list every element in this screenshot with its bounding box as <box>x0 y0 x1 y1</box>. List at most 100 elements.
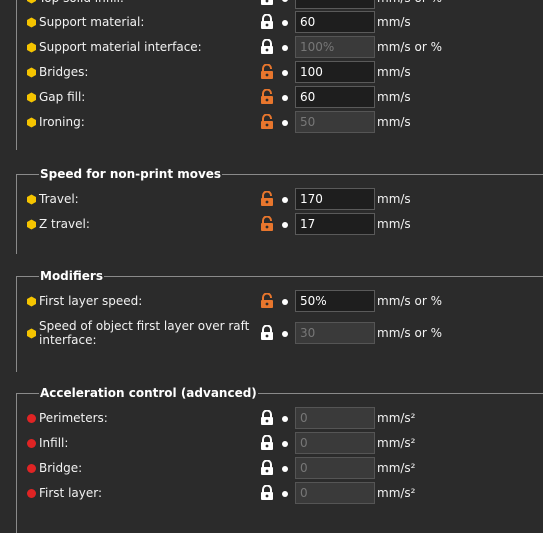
unit-label: mm/s or % <box>377 40 442 54</box>
unit-label: mm/s <box>377 115 411 129</box>
lock-icon[interactable] <box>260 0 274 6</box>
advanced-mode-icon <box>26 42 37 53</box>
setting-row: Support material interface: mm/s or % <box>0 36 543 60</box>
unlock-icon[interactable] <box>260 292 274 309</box>
advanced-mode-icon <box>26 0 37 4</box>
setting-row: Bridges: mm/s <box>0 61 543 85</box>
setting-row: Ironing: mm/s <box>0 111 543 135</box>
setting-label: Gap fill: <box>39 90 86 104</box>
advanced-mode-icon <box>26 328 37 339</box>
system-value-dot-icon[interactable] <box>282 466 288 472</box>
setting-row: Bridge: mm/s² <box>0 457 543 481</box>
setting-label: Bridges: <box>39 65 89 79</box>
system-value-dot-icon[interactable] <box>282 45 288 51</box>
unit-label: mm/s <box>377 15 411 29</box>
setting-value-input <box>295 432 375 454</box>
expert-mode-icon <box>26 438 37 449</box>
system-value-dot-icon[interactable] <box>282 222 288 228</box>
advanced-mode-icon <box>26 17 37 28</box>
setting-row: Support material: mm/s <box>0 11 543 35</box>
group-title-modifiers: Modifiers <box>39 269 104 283</box>
setting-row: Gap fill: mm/s <box>0 86 543 110</box>
system-value-dot-icon[interactable] <box>282 299 288 305</box>
setting-value-input <box>295 322 375 344</box>
unit-label: mm/s <box>377 217 411 231</box>
unlock-icon[interactable] <box>260 215 274 232</box>
advanced-mode-icon <box>26 92 37 103</box>
expert-mode-icon <box>26 413 37 424</box>
setting-value-input[interactable] <box>295 188 375 210</box>
unit-label: mm/s or % <box>377 0 442 5</box>
setting-label: Speed of object first layer over raft in… <box>39 319 250 347</box>
setting-label: Ironing: <box>39 115 85 129</box>
setting-value-input <box>295 36 375 58</box>
setting-value-input <box>295 482 375 504</box>
setting-row: Z travel: mm/s <box>0 213 543 237</box>
system-value-dot-icon[interactable] <box>282 416 288 422</box>
setting-value-input <box>295 457 375 479</box>
unit-label: mm/s² <box>377 411 416 425</box>
system-value-dot-icon[interactable] <box>282 120 288 126</box>
setting-label: Z travel: <box>39 217 90 231</box>
setting-row: First layer: mm/s² <box>0 482 543 506</box>
system-value-dot-icon[interactable] <box>282 0 288 2</box>
setting-label: Infill: <box>39 436 69 450</box>
unit-label: mm/s² <box>377 461 416 475</box>
lock-icon[interactable] <box>260 484 274 501</box>
expert-mode-icon <box>26 463 37 474</box>
lock-icon[interactable] <box>260 459 274 476</box>
unlock-icon[interactable] <box>260 113 274 130</box>
setting-value-input[interactable] <box>295 11 375 33</box>
unit-label: mm/s <box>377 90 411 104</box>
setting-value-input[interactable] <box>295 86 375 108</box>
setting-value-input <box>295 111 375 133</box>
setting-label: Perimeters: <box>39 411 108 425</box>
unit-label: mm/s <box>377 65 411 79</box>
unit-label: mm/s or % <box>377 326 442 340</box>
group-title-acceleration: Acceleration control (advanced) <box>39 386 258 400</box>
unit-label: mm/s or % <box>377 294 442 308</box>
system-value-dot-icon[interactable] <box>282 70 288 76</box>
group-title-non-print: Speed for non-print moves <box>39 167 223 181</box>
setting-row: Travel: mm/s <box>0 188 543 212</box>
setting-row: Top solid infill: mm/s or % <box>0 0 543 11</box>
lock-icon[interactable] <box>260 409 274 426</box>
system-value-dot-icon[interactable] <box>282 197 288 203</box>
lock-icon[interactable] <box>260 434 274 451</box>
setting-label: Top solid infill: <box>39 0 124 5</box>
setting-label: Travel: <box>39 192 79 206</box>
setting-value-input <box>295 407 375 429</box>
system-value-dot-icon[interactable] <box>282 20 288 26</box>
advanced-mode-icon <box>26 194 37 205</box>
advanced-mode-icon <box>26 117 37 128</box>
setting-label: First layer: <box>39 486 103 500</box>
setting-value-input[interactable] <box>295 61 375 83</box>
expert-mode-icon <box>26 488 37 499</box>
unit-label: mm/s <box>377 192 411 206</box>
setting-value-input[interactable] <box>295 213 375 235</box>
system-value-dot-icon[interactable] <box>282 491 288 497</box>
setting-value-input[interactable] <box>295 290 375 312</box>
unlock-icon[interactable] <box>260 190 274 207</box>
unit-label: mm/s² <box>377 436 416 450</box>
lock-icon[interactable] <box>260 324 274 341</box>
unlock-icon[interactable] <box>260 88 274 105</box>
setting-value-input[interactable] <box>295 0 375 9</box>
setting-label: Support material: <box>39 15 145 29</box>
unlock-icon[interactable] <box>260 63 274 80</box>
advanced-mode-icon <box>26 67 37 78</box>
setting-label: Bridge: <box>39 461 83 475</box>
system-value-dot-icon[interactable] <box>282 331 288 337</box>
lock-icon[interactable] <box>260 38 274 55</box>
advanced-mode-icon <box>26 219 37 230</box>
system-value-dot-icon[interactable] <box>282 441 288 447</box>
system-value-dot-icon[interactable] <box>282 95 288 101</box>
setting-row: Speed of object first layer over raft in… <box>0 319 543 347</box>
setting-label: First layer speed: <box>39 294 143 308</box>
unit-label: mm/s² <box>377 486 416 500</box>
setting-row: First layer speed: mm/s or % <box>0 290 543 314</box>
lock-icon[interactable] <box>260 13 274 30</box>
setting-label: Support material interface: <box>39 40 202 54</box>
setting-row: Infill: mm/s² <box>0 432 543 456</box>
advanced-mode-icon <box>26 296 37 307</box>
